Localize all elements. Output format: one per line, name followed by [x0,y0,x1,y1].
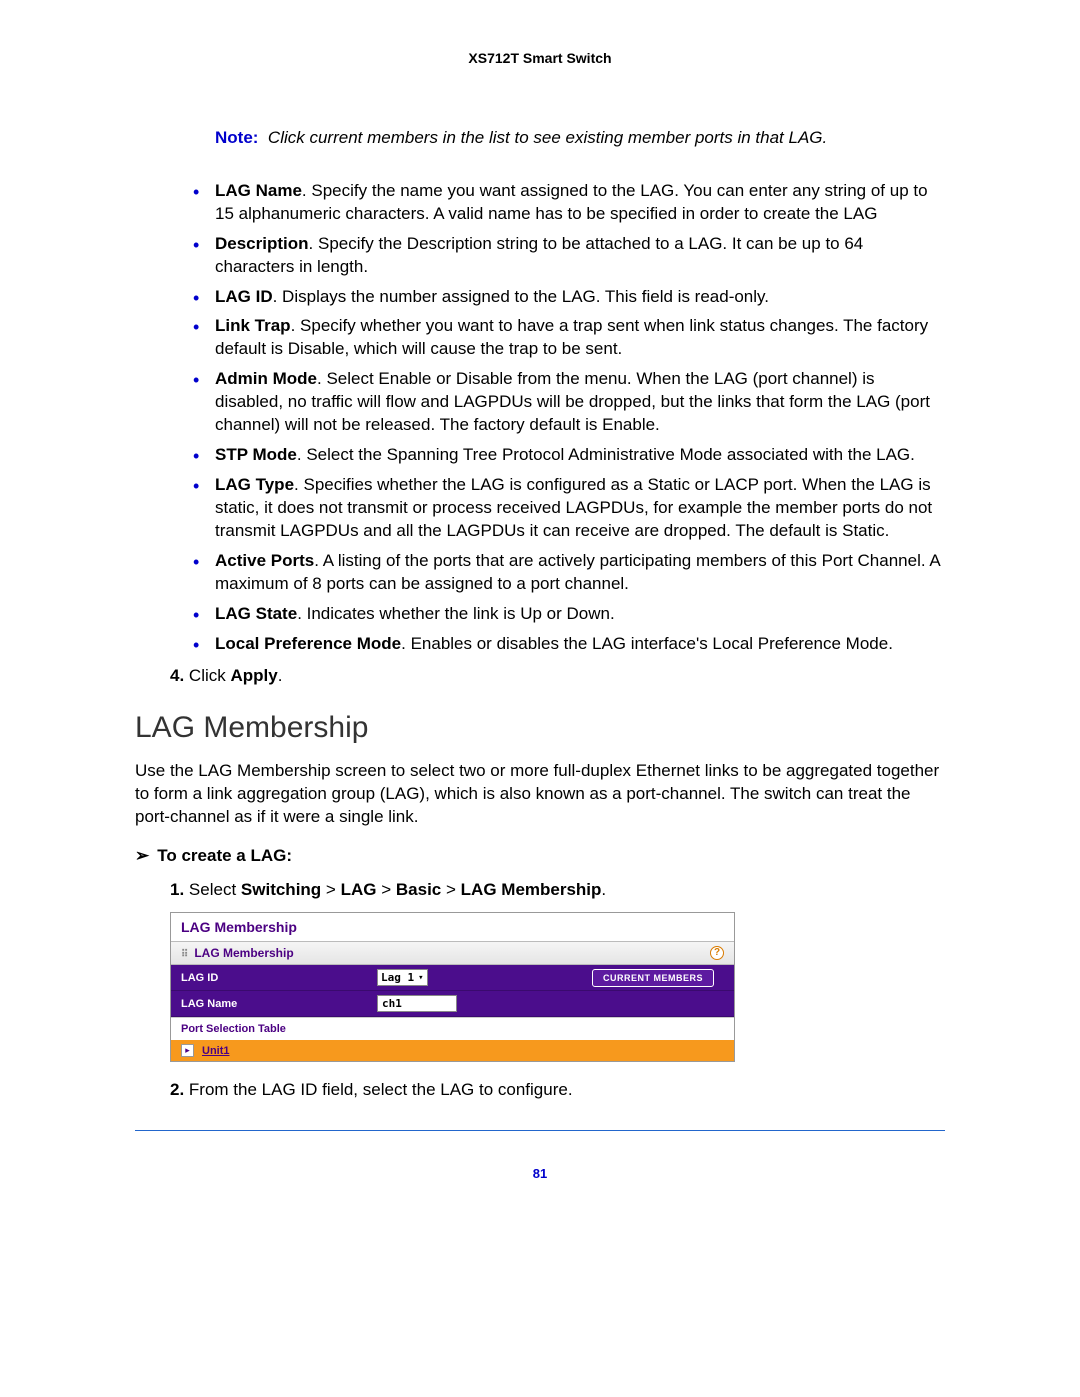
desc: . Select the Spanning Tree Protocol Admi… [297,445,915,464]
select-value: Lag 1 [381,971,414,984]
list-item: LAG Name. Specify the name you want assi… [190,180,945,226]
expand-icon[interactable]: ▸ [181,1044,194,1057]
term: LAG Name [215,181,302,200]
term: LAG State [215,604,297,623]
note-block: Note: Click current members in the list … [215,126,945,150]
step-posttext: . [601,880,606,899]
lag-name-input[interactable]: ch1 [377,995,457,1012]
term: Local Preference Mode [215,634,401,653]
list-item: Active Ports. A listing of the ports tha… [190,550,945,596]
step-posttext: . [278,666,283,685]
field-bullet-list: LAG Name. Specify the name you want assi… [190,180,945,656]
list-item: LAG ID. Displays the number assigned to … [190,286,945,309]
note-label: Note: [215,128,258,147]
term: LAG ID [215,287,273,306]
separator: > [326,880,336,899]
term: Admin Mode [215,369,317,388]
desc: . Specify whether you want to have a tra… [215,316,928,358]
list-item: Link Trap. Specify whether you want to h… [190,315,945,361]
crumb: Basic [396,880,441,899]
term: Link Trap [215,316,291,335]
procedure-text: To create a LAG: [157,846,292,865]
list-item: LAG Type. Specifies whether the LAG is c… [190,474,945,543]
list-item: Admin Mode. Select Enable or Disable fro… [190,368,945,437]
list-item: Local Preference Mode. Enables or disabl… [190,633,945,656]
step-pretext: Click [189,666,231,685]
term: Description [215,234,309,253]
lag-id-row: LAG ID Lag 1 ▾ CURRENT MEMBERS [171,965,734,991]
desc: . Enables or disables the LAG interface'… [401,634,893,653]
page-header: XS712T Smart Switch [135,50,945,66]
crumb: LAG Membership [461,880,602,899]
note-body: Click current members in the list to see… [268,128,827,147]
section-label: LAG Membership [194,946,293,960]
term: STP Mode [215,445,297,464]
step-number: 2. [170,1080,184,1099]
separator: > [446,880,456,899]
footer-rule [135,1130,945,1131]
desc: . Specify the name you want assigned to … [215,181,928,223]
section-intro: Use the LAG Membership screen to select … [135,760,945,829]
unit-row[interactable]: ▸ Unit1 [171,1040,734,1061]
step-pretext: Select [189,880,241,899]
ui-screenshot: LAG Membership ⠿ LAG Membership ? LAG ID … [170,912,735,1062]
separator: > [381,880,391,899]
page-number: 81 [135,1166,945,1181]
port-selection-header: Port Selection Table [171,1017,734,1040]
desc: . Select Enable or Disable from the menu… [215,369,930,434]
step-text: From the LAG ID field, select the LAG to… [189,1080,573,1099]
desc: . Specifies whether the LAG is configure… [215,475,932,540]
procedure-heading: ➢ To create a LAG: [135,846,945,866]
term: Active Ports [215,551,314,570]
unit-label[interactable]: Unit1 [202,1045,230,1057]
chevron-down-icon: ▾ [418,973,423,983]
step-2: 2. From the LAG ID field, select the LAG… [170,1080,945,1100]
drag-dots-icon: ⠿ [181,949,188,960]
desc: . Indicates whether the link is Up or Do… [297,604,614,623]
crumb: Switching [241,880,321,899]
help-icon[interactable]: ? [710,946,724,960]
desc: . Specify the Description string to be a… [215,234,863,276]
list-item: LAG State. Indicates whether the link is… [190,603,945,626]
step-4: 4. Click Apply. [170,666,945,686]
current-members-button[interactable]: CURRENT MEMBERS [592,969,714,987]
desc: . A listing of the ports that are active… [215,551,940,593]
list-item: Description. Specify the Description str… [190,233,945,279]
crumb: LAG [341,880,377,899]
step-number: 1. [170,880,184,899]
section-heading: LAG Membership [135,711,945,745]
term: LAG Type [215,475,294,494]
lag-id-select[interactable]: Lag 1 ▾ [377,969,428,986]
panel-section-header: ⠿ LAG Membership ? [171,941,734,965]
step-number: 4. [170,666,184,685]
lag-id-label: LAG ID [171,966,371,990]
list-item: STP Mode. Select the Spanning Tree Proto… [190,444,945,467]
breadcrumb: Switching > LAG > Basic > LAG Membership [241,880,602,899]
panel-title: LAG Membership [171,913,734,941]
step-1: 1. Select Switching > LAG > Basic > LAG … [170,880,945,900]
desc: . Displays the number assigned to the LA… [273,287,769,306]
lag-name-row: LAG Name ch1 [171,991,734,1017]
lag-name-label: LAG Name [171,992,371,1016]
arrow-icon: ➢ [135,846,149,865]
step-action: Apply [230,666,277,685]
